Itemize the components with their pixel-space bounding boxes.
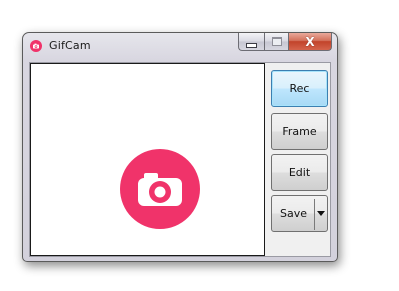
close-button[interactable]: X	[289, 33, 332, 51]
save-button-label: Save	[280, 207, 308, 220]
maximize-icon	[271, 37, 282, 46]
gifcam-window: GifCam X Rec Frame Edit Save	[22, 32, 338, 262]
rec-button[interactable]: Rec	[271, 70, 328, 107]
client-area: Rec Frame Edit Save	[29, 62, 331, 257]
title-bar[interactable]: GifCam X	[23, 33, 337, 59]
edit-button[interactable]: Edit	[271, 154, 328, 191]
window-title: GifCam	[49, 39, 91, 52]
camera-icon	[120, 149, 200, 229]
close-icon: X	[305, 34, 315, 49]
capture-area[interactable]	[30, 63, 265, 256]
save-split-divider	[314, 199, 315, 230]
maximize-button[interactable]	[264, 33, 289, 51]
chevron-down-icon[interactable]	[317, 211, 325, 216]
caption-buttons: X	[238, 33, 332, 52]
save-button[interactable]: Save	[271, 195, 328, 232]
desktop: GifCam X Rec Frame Edit Save	[0, 0, 399, 291]
frame-button[interactable]: Frame	[271, 113, 328, 150]
camera-icon	[30, 40, 42, 52]
minimize-button[interactable]	[238, 33, 264, 51]
minimize-icon	[246, 42, 257, 48]
